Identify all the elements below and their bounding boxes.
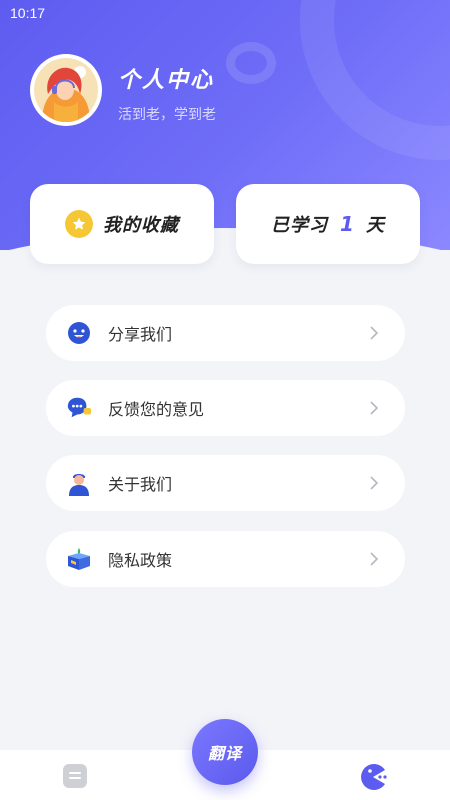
menu-item-privacy[interactable]: 隐私政策	[46, 531, 405, 587]
menu-label-share: 分享我们	[108, 325, 173, 344]
menu-item-share[interactable]: 分享我们	[46, 305, 405, 361]
pacman-icon[interactable]	[358, 762, 388, 792]
menu-label-feedback: 反馈您的意见	[108, 400, 205, 419]
learned-prefix: 已学习	[271, 215, 329, 236]
page-subtitle: 活到老，学到老	[118, 107, 216, 123]
menu-item-feedback[interactable]: 反馈您的意见	[46, 380, 405, 436]
learned-days-card: 已学习 1 天	[236, 184, 420, 264]
favorites-card[interactable]: 我的收藏	[30, 184, 214, 264]
translate-button[interactable]: 翻译	[192, 719, 258, 785]
chevron-right-icon	[370, 476, 379, 490]
star-icon	[65, 210, 93, 238]
privacy-box-icon	[66, 546, 92, 572]
favorites-label: 我的收藏	[103, 215, 179, 236]
status-time: 10:17	[10, 5, 46, 21]
avatar[interactable]	[30, 54, 102, 126]
page-title: 个人中心	[118, 68, 215, 93]
learned-suffix: 天	[365, 215, 385, 236]
learned-days-count: 1	[340, 212, 354, 236]
smiley-face-icon	[66, 320, 92, 346]
decorative-ring	[300, 0, 450, 160]
document-icon[interactable]	[63, 764, 87, 788]
chevron-right-icon	[370, 552, 379, 566]
chevron-right-icon	[370, 401, 379, 415]
decorative-ring-small	[226, 42, 276, 84]
menu-item-about[interactable]: 关于我们	[46, 455, 405, 511]
menu-label-privacy: 隐私政策	[108, 551, 173, 570]
girl-with-headphones-avatar-icon	[34, 58, 98, 122]
menu-label-about: 关于我们	[108, 475, 173, 494]
translate-label: 翻译	[207, 744, 242, 763]
chevron-right-icon	[370, 326, 379, 340]
person-icon	[66, 470, 92, 496]
chat-bubble-icon	[66, 395, 92, 421]
